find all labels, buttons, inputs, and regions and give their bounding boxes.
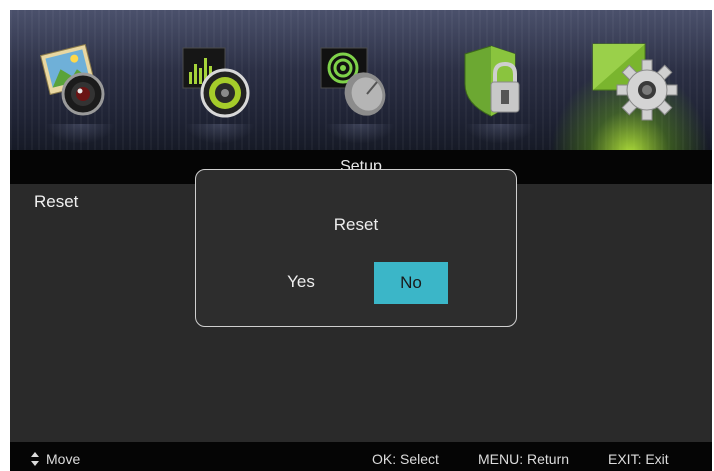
- menu-icon-bar: [10, 10, 712, 150]
- lock-icon: [464, 45, 520, 117]
- menu-item-lock[interactable]: [455, 38, 545, 144]
- menu-item-setup[interactable]: [585, 32, 678, 132]
- up-down-arrows-icon: [31, 452, 39, 466]
- hint-move: Move: [46, 451, 81, 467]
- icon-reflection: [45, 124, 115, 144]
- menu-item-picture[interactable]: [35, 38, 125, 144]
- icon-reflection: [465, 124, 535, 144]
- dialog-title: Reset: [333, 215, 379, 234]
- menu-item-reset[interactable]: Reset: [34, 192, 78, 212]
- tv-osd-screen: Setup Reset Reset Yes No Move OK: Select…: [0, 0, 714, 471]
- no-button[interactable]: No: [374, 262, 448, 304]
- icon-reflection: [185, 124, 255, 144]
- setup-icon: [592, 43, 678, 121]
- menu-item-sound[interactable]: [175, 38, 265, 144]
- hint-exit: EXIT: Exit: [608, 451, 669, 467]
- sound-icon: [182, 47, 250, 118]
- hint-return: MENU: Return: [478, 451, 570, 467]
- picture-icon: [39, 43, 105, 116]
- hint-select: OK: Select: [372, 451, 439, 467]
- menu-item-channel[interactable]: [315, 38, 405, 144]
- channel-icon: [320, 47, 386, 116]
- reset-confirm-dialog: Reset Yes No: [195, 169, 517, 327]
- footer-hint-bar: Move OK: Select MENU: Return EXIT: Exit: [10, 442, 712, 471]
- yes-button[interactable]: Yes: [274, 262, 328, 302]
- icon-reflection: [325, 124, 395, 144]
